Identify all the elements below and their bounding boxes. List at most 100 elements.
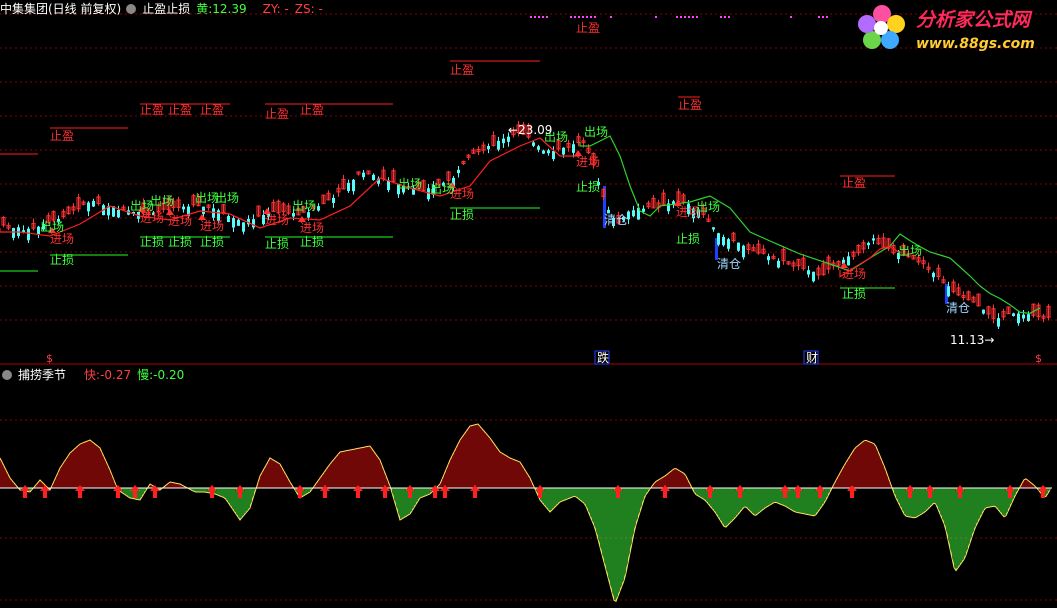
fast-value: -0.27	[100, 368, 132, 382]
candle-body-down[interactable]	[722, 237, 725, 246]
stop-loss-label: 止损	[140, 235, 164, 249]
candle-body-down[interactable]	[362, 172, 365, 178]
settings-circle-icon[interactable]	[126, 3, 137, 14]
candle-body-down[interactable]	[1027, 314, 1030, 321]
candle-body-down[interactable]	[1022, 314, 1025, 319]
clear-label: 清仓	[604, 213, 628, 227]
exit-label: 出场	[150, 194, 174, 208]
candle-body-down[interactable]	[242, 222, 245, 232]
oscillator-histogram[interactable]	[0, 423, 1052, 603]
candle-body-down[interactable]	[12, 228, 15, 238]
candle-body-down[interactable]	[867, 242, 870, 246]
level-lines	[0, 60, 948, 304]
candle-body-down[interactable]	[997, 318, 1000, 327]
candle-body-down[interactable]	[347, 182, 350, 191]
take-profit-label: 止盈	[50, 129, 74, 143]
candle-body-down[interactable]	[717, 233, 720, 245]
candle-body-down[interactable]	[507, 136, 510, 142]
enter-label: 进场	[265, 213, 289, 227]
candle-body-down[interactable]	[807, 270, 810, 275]
candle-body-down[interactable]	[932, 272, 935, 278]
candle-body-down[interactable]	[317, 206, 320, 211]
candle-body-down[interactable]	[532, 142, 535, 146]
stock-title[interactable]: 中集集团(日线 前复权)	[0, 2, 121, 16]
candle-body-down[interactable]	[767, 256, 770, 261]
candle-body-down[interactable]	[1017, 313, 1020, 324]
slow-value: -0.20	[153, 368, 185, 382]
bottom-header: 捕捞季节 快:-0.27 慢:-0.20	[0, 368, 190, 382]
enter-label: 进场	[50, 232, 74, 246]
candle-body-down[interactable]	[502, 138, 505, 144]
take-profit-label: 止盈	[200, 103, 224, 117]
settings-circle-icon[interactable]	[2, 369, 12, 380]
candle-body-down[interactable]	[497, 140, 500, 150]
site-logo: 分析家公式网 www.88gs.com	[852, 2, 1052, 56]
candle-body-down[interactable]	[1012, 313, 1015, 316]
oscillator-name: 捕捞季节	[18, 368, 67, 382]
candle-body-down[interactable]	[642, 208, 645, 212]
stop-loss-label: 止损	[168, 235, 192, 249]
candle-body-down[interactable]	[632, 210, 635, 217]
candle-body-down[interactable]	[182, 206, 185, 210]
dollar-marker-icon: $	[46, 352, 53, 365]
enter-label: 进场	[200, 219, 224, 233]
event-label-wealth: 财	[806, 351, 818, 365]
candle-body-down[interactable]	[487, 145, 490, 150]
stop-loss-label: 止损	[842, 287, 866, 301]
candle-body-down[interactable]	[232, 218, 235, 228]
candle-body-down[interactable]	[712, 227, 715, 230]
grid-lines	[0, 13, 1057, 601]
candle-body-down[interactable]	[237, 219, 240, 226]
flower-logo-icon: 分析家公式网 www.88gs.com	[858, 5, 1035, 52]
candle-body-down[interactable]	[457, 169, 460, 174]
candle-body-down[interactable]	[572, 144, 575, 153]
take-profit-label: 止盈	[576, 21, 600, 35]
ma-line-red	[0, 137, 580, 237]
fast-label: 快:	[84, 368, 101, 382]
stop-loss-label: 止损	[265, 237, 289, 251]
clear-label: 清仓	[717, 257, 741, 271]
candle-body-down[interactable]	[737, 242, 740, 251]
zs-label: ZS: -	[294, 2, 323, 16]
oscillator-line	[0, 423, 1051, 603]
stop-loss-label: 止损	[200, 235, 224, 249]
ma-line-green	[579, 135, 1041, 314]
candle-body-down[interactable]	[552, 151, 555, 160]
candle-body-down[interactable]	[372, 174, 375, 181]
candle-body-down[interactable]	[87, 202, 90, 212]
candle-body-down[interactable]	[947, 286, 950, 297]
candle-body-down[interactable]	[547, 150, 550, 154]
slow-label: 慢:	[137, 368, 154, 382]
candle-body-down[interactable]	[777, 260, 780, 268]
candle-body-down[interactable]	[202, 206, 205, 214]
candle-body-down[interactable]	[117, 209, 120, 218]
candle-body-down[interactable]	[847, 256, 850, 266]
candle-body-down[interactable]	[542, 150, 545, 154]
candle-body-down[interactable]	[27, 228, 30, 241]
candle-body-down[interactable]	[982, 309, 985, 314]
candle-body-down[interactable]	[872, 238, 875, 241]
candle-body-down[interactable]	[92, 200, 95, 207]
signal-labels: 止盈止盈 止盈 止盈 止盈 止盈止盈止盈止盈止盈止损止损 止损 止损 止损 止损止损止损止损止损…	[40, 21, 1042, 365]
stop-loss-label: 止损	[50, 253, 74, 267]
zy-label: ZY: -	[262, 2, 289, 16]
chart-canvas[interactable]: 止盈止盈 止盈 止盈 止盈 止盈止盈止盈止盈止盈止损止损 止损 止损 止损 止损止损止损止损止损…	[0, 0, 1057, 608]
candle-body-down[interactable]	[332, 197, 335, 203]
candle-body-down[interactable]	[812, 271, 815, 282]
candle-body-down[interactable]	[727, 239, 730, 249]
top-header: 中集集团(日线 前复权) 止盈止损 黄:12.39 ZY: - ZS: -	[0, 2, 329, 16]
exit-label: 出场	[40, 220, 64, 234]
dollar-marker-icon: $	[1035, 352, 1042, 365]
indicator-name: 止盈止损	[142, 2, 191, 16]
candle-body-down[interactable]	[562, 147, 565, 155]
price-high-label: ←23.09	[508, 123, 552, 137]
stop-loss-label: 止损	[576, 180, 600, 194]
candle-body-down[interactable]	[292, 213, 295, 217]
candle-body-down[interactable]	[252, 219, 255, 228]
candle-body-down[interactable]	[227, 215, 230, 222]
event-label-fall: 跌	[597, 350, 609, 365]
candle-body-down[interactable]	[352, 179, 355, 192]
stop-loss-label: 止损	[676, 232, 700, 246]
candle-body-down[interactable]	[537, 146, 540, 150]
candle-body-down[interactable]	[742, 245, 745, 258]
